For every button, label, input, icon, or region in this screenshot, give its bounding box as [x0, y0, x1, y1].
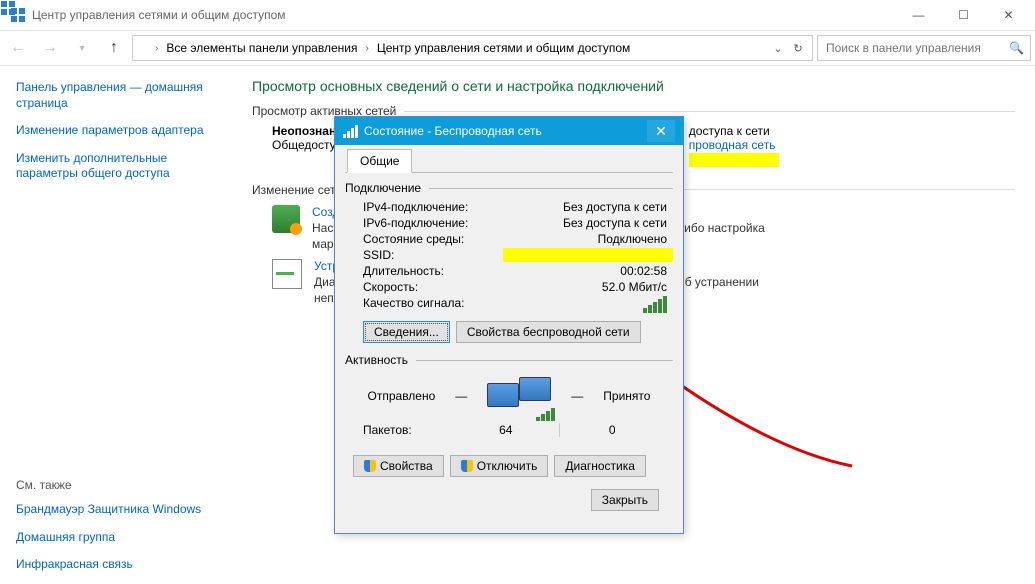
ipv4-label: IPv4-подключение: [363, 200, 503, 214]
maximize-button[interactable]: ☐ [941, 0, 986, 30]
disable-button[interactable]: Отключить [450, 455, 549, 477]
dialog-close-button[interactable]: ✕ [647, 120, 675, 142]
group-activity: Активность [345, 353, 673, 367]
breadcrumb-item-current[interactable]: Центр управления сетями и общим доступом [373, 39, 635, 57]
sidebar-adapter-settings[interactable]: Изменение параметров адаптера [16, 123, 216, 139]
ipv6-value: Без доступа к сети [503, 216, 673, 230]
shield-icon [364, 460, 376, 472]
chevron-right-icon: › [363, 43, 370, 54]
sidebar-firewall[interactable]: Брандмауэр Защитника Windows [16, 502, 216, 518]
breadcrumb-item-all[interactable]: Все элементы панели управления [162, 39, 361, 57]
dialog-titlebar[interactable]: Состояние - Беспроводная сеть ✕ [335, 117, 683, 145]
received-label: Принято [603, 389, 650, 403]
media-value: Подключено [503, 232, 673, 246]
chevron-right-icon: › [153, 43, 160, 54]
breadcrumb-dropdown-button[interactable]: ⌄ [768, 38, 788, 58]
back-button[interactable]: ← [4, 34, 32, 62]
close-window-button[interactable]: ✕ [986, 0, 1031, 30]
sidebar-infrared[interactable]: Инфракрасная связь [16, 557, 216, 573]
signal-quality-value [503, 296, 673, 316]
packets-received: 0 [570, 423, 656, 437]
diagnose-button[interactable]: Диагностика [554, 455, 646, 477]
new-connection-icon [272, 205, 300, 233]
sidebar-advanced-sharing[interactable]: Изменить дополнительные параметры общего… [16, 151, 216, 182]
signal-quality-label: Качество сигнала: [363, 296, 503, 316]
wifi-signal-icon [343, 125, 358, 138]
dialog-title: Состояние - Беспроводная сеть [364, 124, 542, 138]
page-title: Просмотр основных сведений о сети и наст… [252, 78, 1015, 94]
properties-button[interactable]: Свойства [353, 455, 444, 477]
search-icon: 🔍 [1009, 41, 1024, 55]
window-titlebar: Центр управления сетями и общим доступом… [0, 0, 1035, 31]
see-also-heading: См. также [16, 478, 216, 492]
packets-sent: 64 [463, 423, 549, 437]
breadcrumb[interactable]: › Все элементы панели управления › Центр… [132, 35, 813, 61]
refresh-button[interactable]: ↻ [788, 38, 808, 58]
address-bar: ← → ▾ ↑ › Все элементы панели управления… [0, 31, 1035, 66]
sidebar-control-panel-home[interactable]: Панель управления — домашняя страница [16, 80, 216, 111]
window-title: Центр управления сетями и общим доступом [32, 8, 896, 22]
wifi-status-dialog: Состояние - Беспроводная сеть ✕ Общие По… [334, 116, 684, 534]
troubleshoot-icon [272, 259, 302, 289]
ipv4-value: Без доступа к сети [503, 200, 673, 214]
sidebar: Панель управления — домашняя страница Из… [0, 66, 232, 584]
details-button[interactable]: Сведения... [363, 321, 450, 343]
shield-icon [461, 460, 473, 472]
search-box[interactable]: 🔍 [817, 35, 1031, 61]
up-button[interactable]: ↑ [100, 34, 128, 62]
connection-link[interactable]: проводная сеть [689, 138, 776, 152]
history-dropdown[interactable]: ▾ [68, 34, 96, 62]
activity-icon [487, 377, 551, 415]
dialog-tabs: Общие [345, 149, 673, 173]
tab-general[interactable]: Общие [347, 149, 412, 173]
speed-label: Скорость: [363, 280, 503, 294]
ipv6-label: IPv6-подключение: [363, 216, 503, 230]
close-dialog-button[interactable]: Закрыть [591, 489, 659, 511]
ssid-value [503, 248, 673, 262]
sidebar-homegroup[interactable]: Домашняя группа [16, 530, 216, 546]
search-input[interactable] [824, 40, 1009, 56]
packets-label: Пакетов: [363, 423, 463, 437]
speed-value: 52.0 Мбит/с [503, 280, 673, 294]
sent-label: Отправлено [368, 389, 436, 403]
duration-label: Длительность: [363, 264, 503, 278]
access-type-label: доступа к сети [689, 124, 779, 138]
wireless-properties-button[interactable]: Свойства беспроводной сети [456, 321, 641, 343]
group-connection: Подключение [345, 181, 673, 195]
duration-value: 00:02:58 [503, 264, 673, 278]
ssid-label: SSID: [363, 248, 503, 262]
media-label: Состояние среды: [363, 232, 503, 246]
breadcrumb-icon [137, 41, 151, 55]
connection-highlighted [689, 153, 779, 167]
minimize-button[interactable]: — [896, 0, 941, 30]
forward-button[interactable]: → [36, 34, 64, 62]
control-panel-icon [10, 7, 26, 23]
